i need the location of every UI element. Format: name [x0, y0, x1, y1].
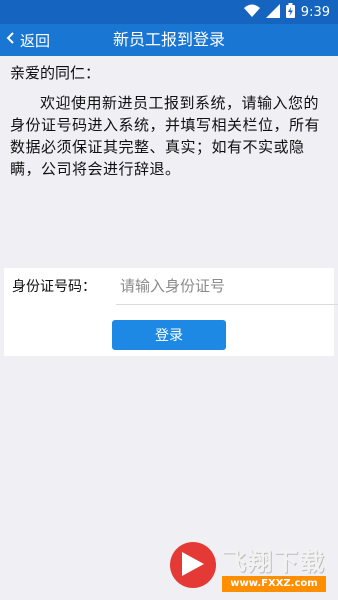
back-label: 返回 [20, 31, 51, 50]
id-number-label: 身份证号码： [12, 279, 96, 295]
battery-charging-icon [285, 3, 295, 22]
toolbar: 返回 新员工报到登录 [0, 24, 338, 56]
signal-icon [265, 3, 280, 22]
watermark-logo-icon [170, 542, 216, 588]
status-icons: 9:39 [243, 3, 330, 22]
notice-greeting: 亲爱的同仁： [10, 64, 101, 82]
chevron-left-icon [6, 31, 16, 49]
wifi-icon [243, 4, 260, 22]
watermark: 飞翔下载 www.FXXZ.com [168, 540, 332, 596]
login-button[interactable]: 登录 [112, 320, 226, 350]
page-title: 新员工报到登录 [112, 30, 225, 49]
watermark-url: www.FXXZ.com [222, 576, 326, 592]
status-time: 9:39 [300, 4, 330, 20]
notice-text: 亲爱的同仁： 欢迎使用新进员工报到系统，请输入您的身份证号码进入系统，并填写相关… [10, 62, 328, 180]
watermark-name: 飞翔下载 [222, 548, 326, 576]
notice-body: 欢迎使用新进员工报到系统，请输入您的身份证号码进入系统，并填写相关栏位，所有数据… [10, 94, 321, 178]
login-form: 身份证号码： 登录 [4, 268, 338, 356]
input-underline [116, 304, 338, 305]
id-number-input[interactable] [116, 272, 338, 300]
back-button[interactable]: 返回 [6, 24, 50, 56]
status-bar: 9:39 [0, 0, 338, 24]
